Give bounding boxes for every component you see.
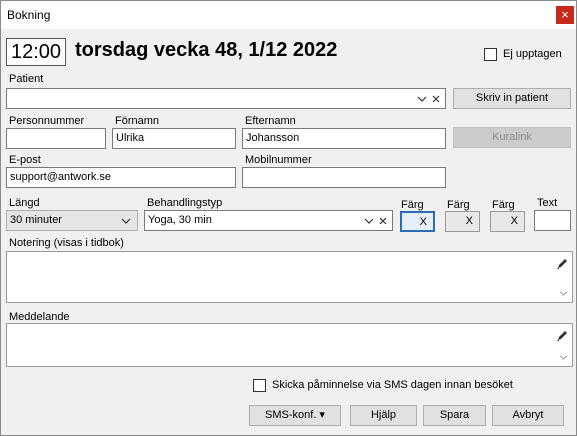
- ssn-input[interactable]: [6, 128, 106, 149]
- text-input[interactable]: [534, 210, 571, 231]
- firstname-label: Förnamn: [115, 115, 160, 127]
- scroll-down-icon[interactable]: [559, 288, 568, 298]
- email-label: E-post: [9, 154, 41, 166]
- mobile-input[interactable]: [242, 167, 446, 188]
- close-icon[interactable]: [376, 214, 390, 229]
- sms-reminder-label: Skicka påminnelse via SMS dagen innan be…: [272, 379, 513, 391]
- mobile-label: Mobilnummer: [245, 154, 312, 166]
- busy-checkbox[interactable]: [484, 48, 497, 61]
- text-label: Text: [537, 197, 558, 209]
- chevron-down-icon: [119, 214, 133, 229]
- treatment-type-combo[interactable]: Yoga, 30 min: [144, 210, 393, 231]
- lastname-label: Efternamn: [245, 115, 296, 127]
- kuralink-button[interactable]: Kuralink: [453, 127, 571, 148]
- color-clear-1: X: [419, 216, 427, 228]
- title-bar: Bokning ×: [1, 1, 576, 29]
- save-button[interactable]: Spara: [423, 405, 486, 426]
- email-input[interactable]: support@antwork.se: [6, 167, 236, 188]
- busy-label: Ej upptagen: [503, 48, 562, 60]
- patient-combo[interactable]: [6, 88, 446, 109]
- length-label: Längd: [9, 197, 40, 209]
- color-clear-2: X: [465, 215, 473, 227]
- color-picker-3[interactable]: X: [490, 211, 525, 232]
- length-select[interactable]: 30 minuter: [6, 210, 138, 231]
- color-picker-2[interactable]: X: [445, 211, 480, 232]
- scroll-down-icon[interactable]: [559, 352, 568, 362]
- notes-textarea[interactable]: [6, 251, 573, 303]
- color-label-1: Färg: [401, 199, 424, 211]
- message-textarea[interactable]: [6, 323, 573, 367]
- sms-reminder-checkbox[interactable]: [253, 379, 266, 392]
- color-clear-3: X: [510, 215, 518, 227]
- pencil-icon[interactable]: [556, 258, 568, 273]
- cancel-button[interactable]: Avbryt: [492, 405, 564, 426]
- time-field[interactable]: 12:00: [6, 38, 66, 66]
- close-window-button[interactable]: ×: [556, 6, 574, 24]
- pencil-icon[interactable]: [556, 330, 568, 345]
- sms-config-button[interactable]: SMS-konf. ▾: [249, 405, 341, 426]
- close-icon[interactable]: [429, 92, 443, 107]
- enter-patient-button[interactable]: Skriv in patient: [453, 88, 571, 109]
- close-icon: ×: [561, 7, 569, 22]
- chevron-down-icon[interactable]: [415, 92, 429, 107]
- color-picker-1[interactable]: X: [400, 211, 435, 232]
- help-button[interactable]: Hjälp: [350, 405, 417, 426]
- color-label-2: Färg: [447, 199, 470, 211]
- window-title: Bokning: [7, 8, 51, 22]
- date-heading: torsdag vecka 48, 1/12 2022: [75, 39, 338, 61]
- notes-scrollbar[interactable]: [555, 253, 571, 301]
- message-scrollbar[interactable]: [555, 325, 571, 365]
- notes-label: Notering (visas i tidbok): [9, 237, 124, 249]
- treatment-type-label: Behandlingstyp: [147, 197, 223, 209]
- lastname-input[interactable]: Johansson: [242, 128, 446, 149]
- firstname-input[interactable]: Ulrika: [112, 128, 236, 149]
- chevron-down-icon[interactable]: [362, 214, 376, 229]
- length-value: 30 minuter: [10, 214, 62, 226]
- booking-dialog: Bokning × 12:00 torsdag vecka 48, 1/12 2…: [0, 0, 577, 436]
- message-label: Meddelande: [9, 311, 70, 323]
- ssn-label: Personnummer: [9, 115, 85, 127]
- patient-label: Patient: [9, 73, 44, 85]
- treatment-type-value: Yoga, 30 min: [148, 214, 212, 226]
- color-label-3: Färg: [492, 199, 515, 211]
